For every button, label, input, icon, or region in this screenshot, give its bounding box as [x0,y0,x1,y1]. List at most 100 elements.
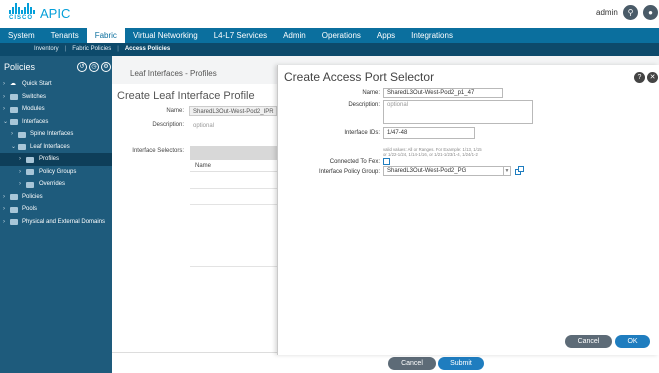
sidebar-item-pools[interactable]: › Pools [0,203,112,216]
sidebar-item-overrides[interactable]: › Overrides [0,178,112,191]
sidebar-item-label: Overrides [39,181,66,187]
leaf-name-label: Name: [166,108,184,114]
interface-ids-label: Interface IDs: [344,130,380,136]
description-input[interactable]: optional [383,100,533,124]
sidebar-item-label: Modules [22,106,45,112]
cisco-logo: CISCO [9,3,35,23]
chevron-right-icon: › [3,218,5,225]
name-input[interactable]: SharedL3Out-West-Pod2_p1_47 [383,88,503,98]
sidebar-item-label: Switches [22,93,47,100]
folder-icon [10,119,18,125]
sidebar-item-physical-external-domains[interactable]: › Physical and External Domains [0,216,112,229]
bottom-action-bar: Cancel Submit [112,352,659,373]
tab-admin[interactable]: Admin [275,28,314,43]
tab-tenants[interactable]: Tenants [43,28,87,43]
settings-icon[interactable]: ⚙ [101,62,111,72]
tab-system[interactable]: System [0,28,43,43]
sidebar-item-spine-interfaces[interactable]: › Spine Interfaces [0,128,112,141]
interface-policy-group-label: Interface Policy Group: [318,169,380,175]
selectors-table-toolbar [190,146,280,160]
chevron-right-icon: › [3,193,5,200]
sidebar-item-policy-groups[interactable]: › Policy Groups [0,166,112,179]
refresh-icon[interactable]: ↺ [77,62,87,72]
folder-icon [26,181,34,188]
sidebar-item-label: Profiles [39,156,60,162]
chevron-down-icon: ⌄ [11,143,17,150]
create-leaf-profile-panel: Create Leaf Interface Profile Name: Shar… [112,84,282,373]
create-access-port-selector-dialog: Create Access Port Selector ? ✕ Name: Sh… [277,65,659,355]
sub-nav: Inventory | Fabric Policies | Access Pol… [0,43,659,56]
leaf-description-label: Description: [152,122,184,128]
table-row-divider [190,204,280,205]
subnav-access-policies[interactable]: Access Policies [119,43,176,56]
close-icon[interactable]: ✕ [647,72,658,83]
table-row-divider [190,266,280,267]
bell-icon[interactable]: ● [643,5,658,20]
dialog-ok-button[interactable]: OK [615,335,650,348]
folder-icon [26,169,34,175]
app-title: APIC [40,6,71,21]
interface-ids-hint: valid values: All or Ranges. For Example… [383,147,482,157]
name-label: Name: [362,90,380,96]
tab-operations[interactable]: Operations [314,28,369,43]
leaf-selectors-label: Interface Selectors: [132,148,184,154]
chevron-right-icon: › [19,168,21,175]
external-link-icon[interactable] [515,166,524,176]
sidebar-item-label: Spine Interfaces [30,131,74,137]
chevron-down-icon: ⌄ [3,118,9,125]
sidebar-item-switches[interactable]: › Switches [0,91,112,104]
tab-apps[interactable]: Apps [369,28,403,43]
tab-integrations[interactable]: Integrations [403,28,461,43]
description-label: Description: [348,102,380,108]
leaf-description-field[interactable]: optional [189,120,277,130]
top-header: CISCO APIC admin ⚲ ● [0,0,659,28]
chevron-right-icon: › [19,181,21,187]
connected-to-fex-checkbox[interactable] [383,158,390,165]
sidebar-item-label: Pools [22,206,38,212]
sidebar-item-profiles[interactable]: › Profiles [0,153,112,166]
chevron-right-icon: › [11,131,13,137]
tab-virtual-networking[interactable]: Virtual Networking [125,28,206,43]
chevron-right-icon: › [3,93,5,100]
sidebar: Policies ↺ ◷ ⚙ › ☁ Quick Start › Switche… [0,56,112,373]
cancel-button[interactable]: Cancel [388,357,436,370]
sidebar-item-label: Physical and External Domains [22,218,106,225]
dialog-title: Create Access Port Selector [284,70,435,84]
sidebar-item-policies[interactable]: › Policies [0,191,112,204]
folder-icon [18,144,26,150]
help-icon[interactable]: ? [634,72,645,83]
chevron-right-icon: › [19,156,21,162]
interface-ids-input[interactable]: 1/47-48 [383,127,475,139]
chevron-right-icon: › [3,81,5,87]
search-icon[interactable]: ⚲ [623,5,638,20]
folder-icon [10,106,18,113]
sidebar-tree: › ☁ Quick Start › Switches › Modules ⌄ I… [0,78,112,228]
sidebar-item-quick-start[interactable]: › ☁ Quick Start [0,78,112,91]
tab-fabric[interactable]: Fabric [86,28,125,43]
subnav-fabric-policies[interactable]: Fabric Policies [66,43,117,56]
sidebar-item-leaf-interfaces[interactable]: ⌄ Leaf Interfaces [0,141,112,154]
sidebar-item-modules[interactable]: › Modules [0,103,112,116]
leaf-profile-title: Create Leaf Interface Profile [117,90,255,102]
folder-icon [10,206,18,213]
table-row-divider [190,188,280,189]
profiles-panel-title: Leaf Interfaces - Profiles [130,69,217,78]
history-icon[interactable]: ◷ [89,62,99,72]
folder-icon [10,194,18,200]
sidebar-item-label: Leaf Interfaces [30,143,70,150]
dialog-cancel-button[interactable]: Cancel [565,335,612,348]
sidebar-item-label: Quick Start [22,81,52,87]
folder-icon [10,94,18,100]
sidebar-item-label: Policies [22,193,43,200]
tab-l4-l7-services[interactable]: L4-L7 Services [206,28,275,43]
folder-icon [26,156,34,163]
sidebar-item-interfaces[interactable]: ⌄ Interfaces [0,116,112,129]
subnav-inventory[interactable]: Inventory [28,43,65,56]
main-nav-tabs: System Tenants Fabric Virtual Networking… [0,28,659,43]
submit-button[interactable]: Submit [438,357,484,370]
user-menu[interactable]: admin [596,8,618,17]
chevron-right-icon: › [3,106,5,112]
quick-start-icon: ☁ [10,81,16,87]
interface-policy-group-select[interactable]: SharedL3Out-West-Pod2_PG [383,166,506,176]
chevron-down-icon[interactable]: ▼ [503,166,511,176]
